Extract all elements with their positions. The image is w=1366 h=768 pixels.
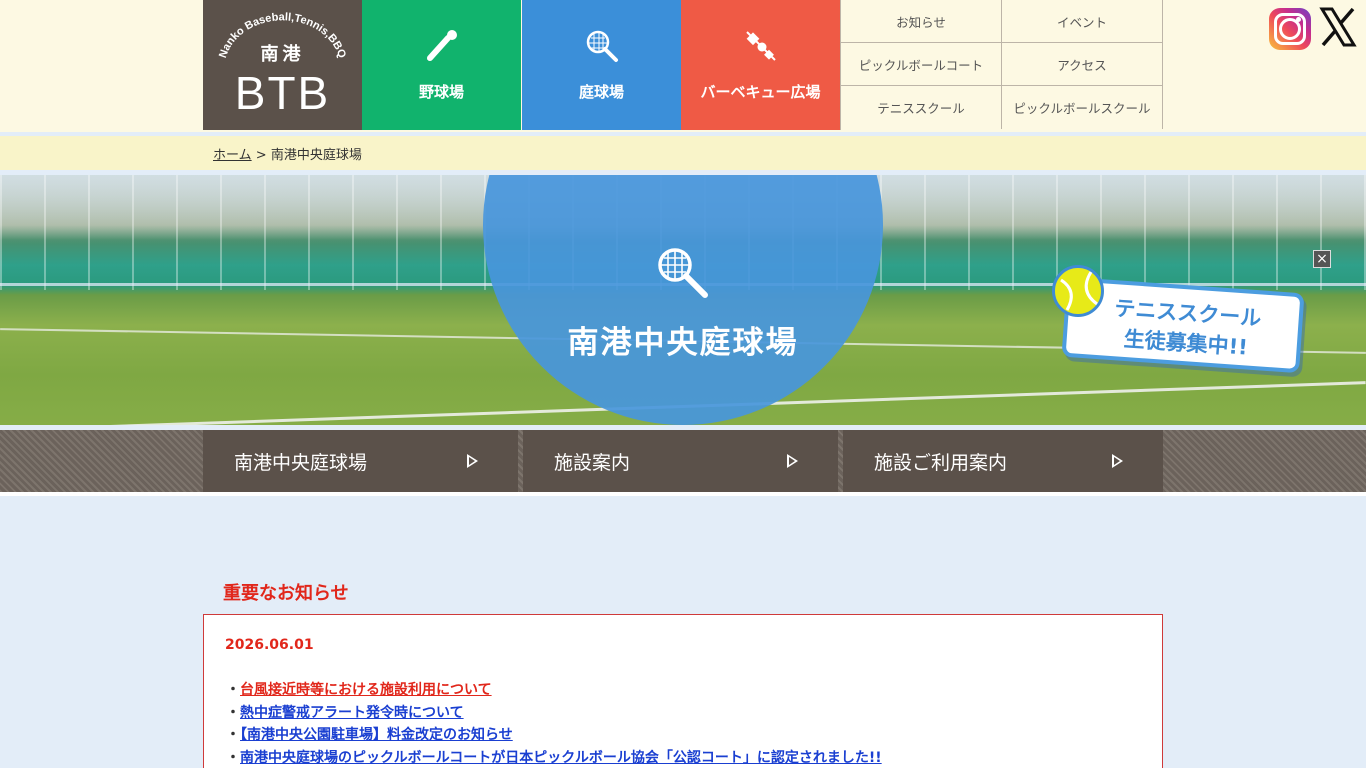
x-icon[interactable] <box>1318 6 1358 48</box>
subnav-news[interactable]: お知らせ <box>841 0 1002 43</box>
breadcrumb-current: 南港中央庭球場 <box>270 148 362 163</box>
notice-link-pickleball[interactable]: 南港中央庭球場のピックルボールコートが日本ピックルボール協会「公認コート」に認定… <box>240 750 882 766</box>
logo-jp-text: 南港 <box>260 44 305 65</box>
tab-court-top[interactable]: 南港中央庭球場 <box>203 430 518 492</box>
tab-court-top-label: 南港中央庭球場 <box>234 451 368 474</box>
play-arrow-icon <box>467 454 478 468</box>
subnav-tennis-school[interactable]: テニススクール <box>841 86 1002 129</box>
notice-link-parking[interactable]: 【南港中央公園駐車場】料金改定のお知らせ <box>240 727 513 743</box>
subnav-access[interactable]: アクセス <box>1002 43 1163 86</box>
hero-banner: 南港中央庭球場 テニススクール 生徒募集中!! × <box>0 175 1366 425</box>
promo-close-button[interactable]: × <box>1313 250 1331 268</box>
tab-usage-guide[interactable]: 施設ご利用案内 <box>843 430 1163 492</box>
baseball-bat-icon <box>362 28 521 64</box>
section-tabs: 南港中央庭球場 施設案内 施設ご利用案内 <box>0 430 1366 492</box>
nav-bbq-label: バーベキュー広場 <box>700 83 821 101</box>
notice-heading: 重要なお知らせ <box>223 583 349 604</box>
nav-bbq[interactable]: バーベキュー広場 <box>681 0 840 130</box>
notice-link-typhoon[interactable]: 台風接近時等における施設利用について <box>240 682 492 698</box>
nav-baseball[interactable]: 野球場 <box>362 0 521 130</box>
subnav-events[interactable]: イベント <box>1002 0 1163 43</box>
list-item: ・南港中央庭球場のピックルボールコートが日本ピックルボール協会「公認コート」に認… <box>226 749 882 766</box>
divider <box>0 492 1366 496</box>
notice-list: ・台風接近時等における施設利用について ・熱中症警戒アラート発令時について ・【… <box>226 679 882 768</box>
subnav-pickleball-school[interactable]: ピックルボールスクール <box>1002 86 1163 129</box>
site-logo[interactable]: Nanko Baseball,Tennis,BBQ 南港 BTB <box>203 0 362 130</box>
tennis-ball-icon <box>1052 265 1104 317</box>
tennis-school-promo[interactable]: テニススクール 生徒募集中!! <box>1052 265 1312 375</box>
play-arrow-icon <box>787 454 798 468</box>
notice-link-heatstroke[interactable]: 熱中症警戒アラート発令時について <box>240 705 464 721</box>
tab-usage-guide-label: 施設ご利用案内 <box>874 451 1008 474</box>
logo-en-text: BTB <box>234 67 331 119</box>
breadcrumb-home-link[interactable]: ホーム <box>213 148 252 163</box>
sub-nav: お知らせ イベント ピックルボールコート アクセス テニススクール ピックルボー… <box>840 0 1163 130</box>
play-arrow-icon <box>1112 454 1123 468</box>
notice-box: 2026.06.01 ・台風接近時等における施設利用について ・熱中症警戒アラー… <box>203 614 1163 768</box>
breadcrumb-separator: > <box>255 148 267 163</box>
tennis-racket-icon <box>658 248 708 298</box>
tennis-racket-icon <box>522 28 681 64</box>
breadcrumb: ホーム > 南港中央庭球場 <box>0 136 1366 170</box>
nav-tennis[interactable]: 庭球場 <box>522 0 681 130</box>
list-item: ・熱中症警戒アラート発令時について <box>226 704 464 721</box>
nav-tennis-label: 庭球場 <box>578 83 624 101</box>
tab-facility-guide-label: 施設案内 <box>554 451 631 474</box>
subnav-pickleball-court[interactable]: ピックルボールコート <box>841 43 1002 86</box>
hero-title: 南港中央庭球場 <box>567 325 799 361</box>
notice-date: 2026.06.01 <box>225 637 314 653</box>
site-header: Nanko Baseball,Tennis,BBQ 南港 BTB 野球場 庭球場… <box>0 0 1366 132</box>
list-item: ・台風接近時等における施設利用について <box>226 682 492 698</box>
instagram-icon[interactable] <box>1269 8 1311 50</box>
tab-facility-guide[interactable]: 施設案内 <box>523 430 838 492</box>
bbq-skewer-icon <box>681 28 840 64</box>
list-item: ・【南港中央公園駐車場】料金改定のお知らせ <box>226 727 513 743</box>
nav-baseball-label: 野球場 <box>418 83 464 101</box>
